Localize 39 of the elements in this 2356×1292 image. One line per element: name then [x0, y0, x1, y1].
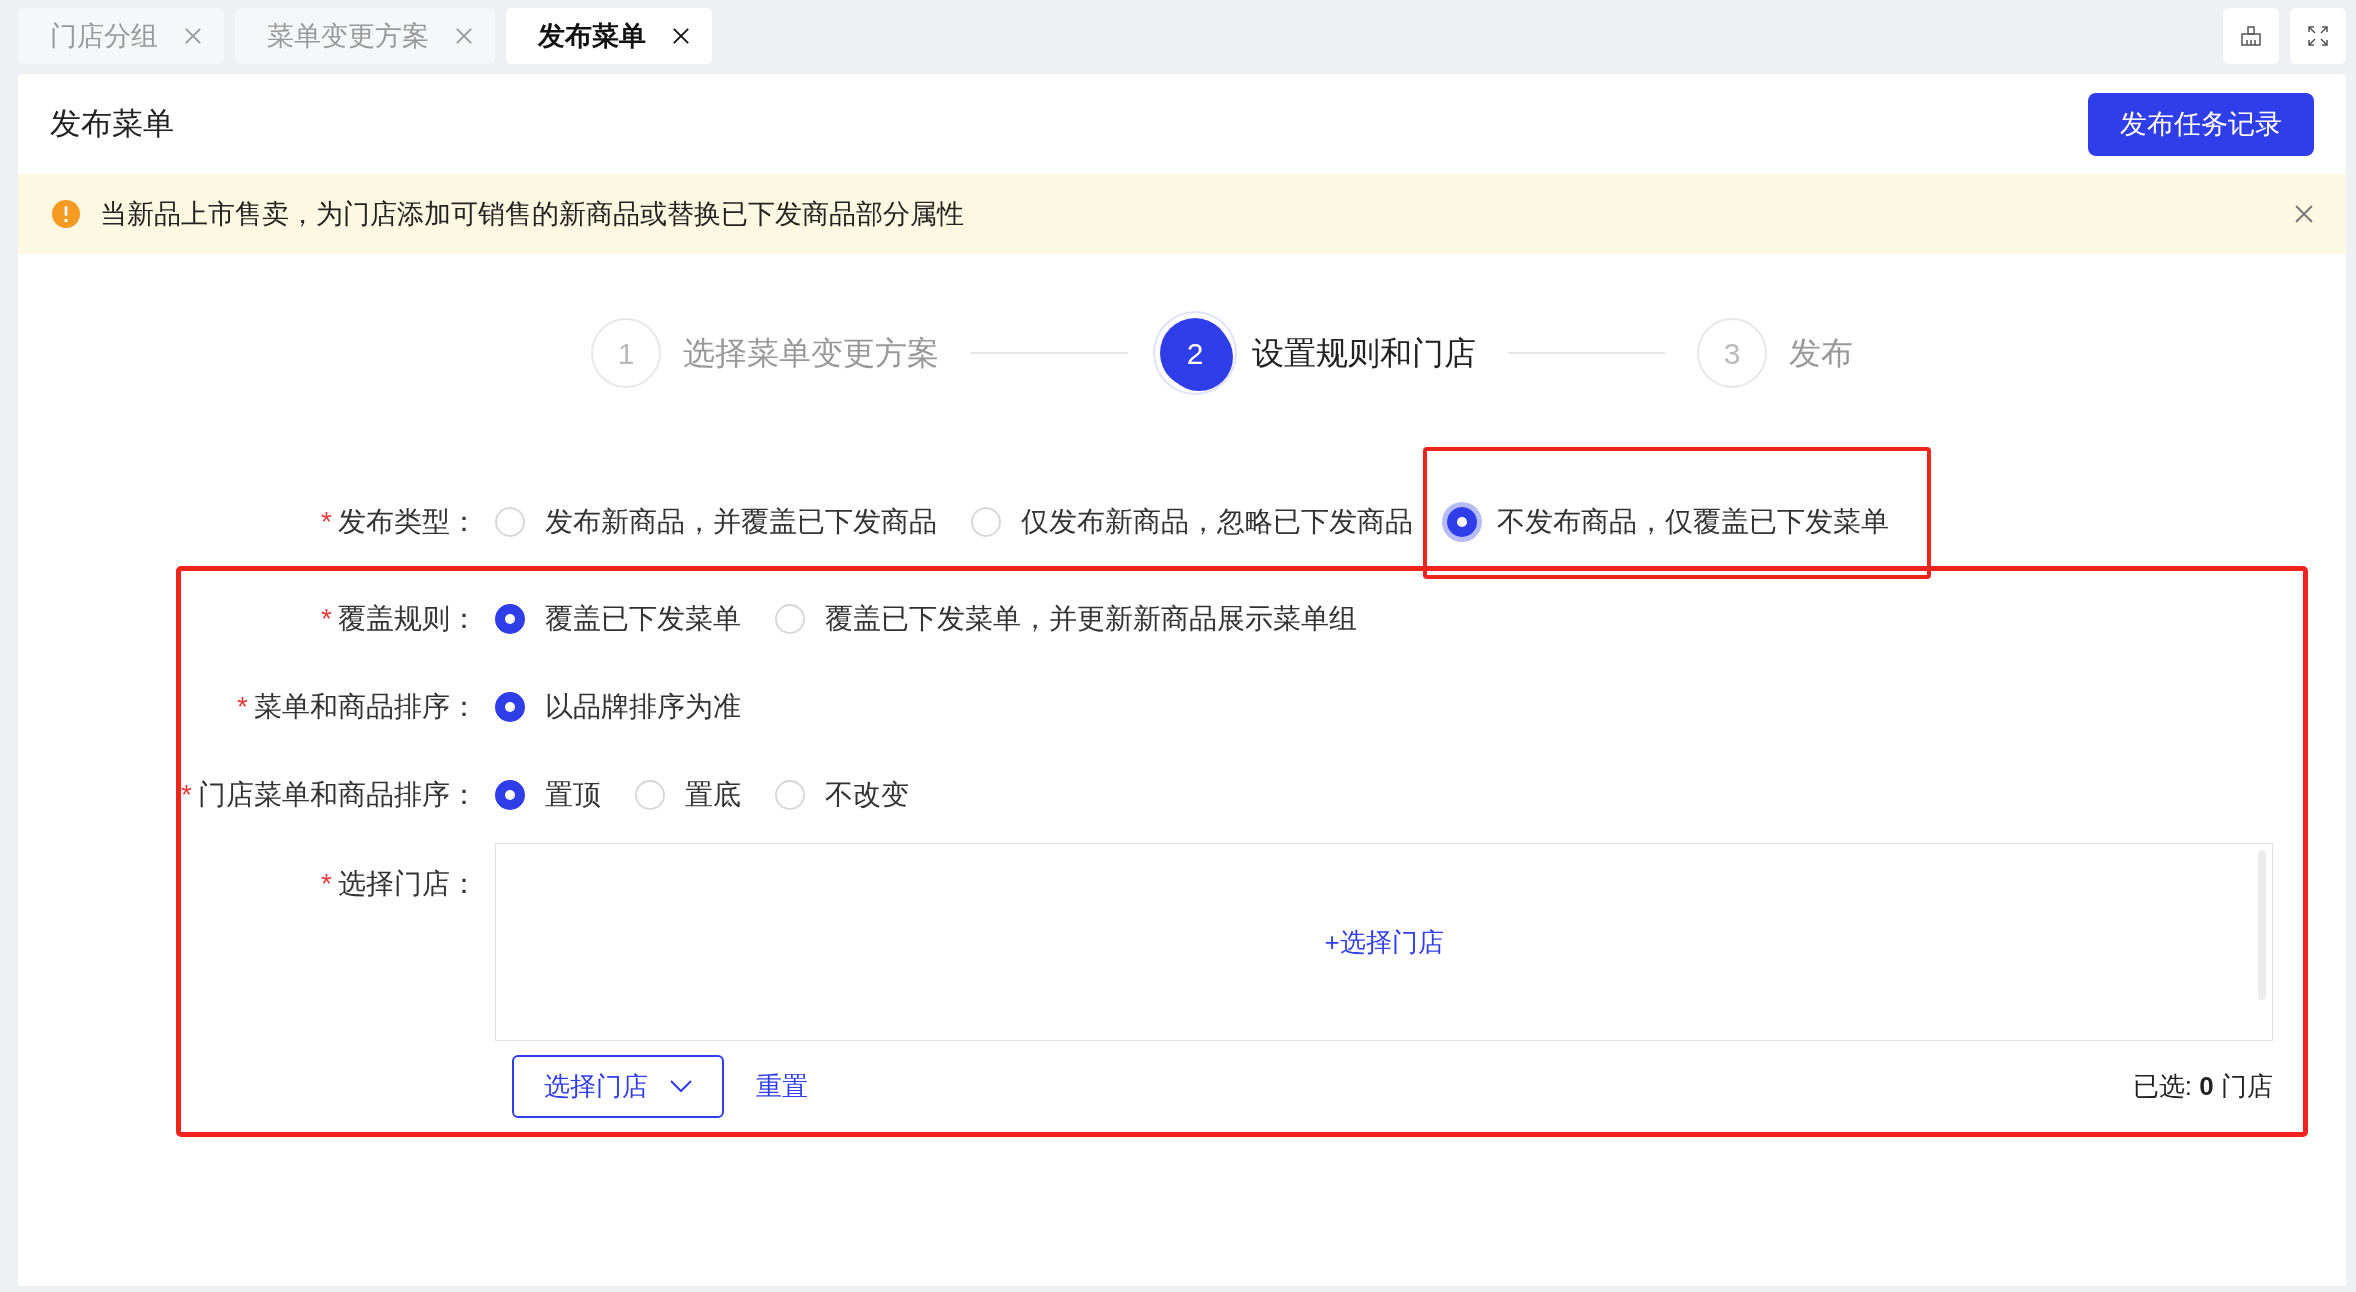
step-label: 发布 [1789, 334, 1853, 373]
option-label: 发布新商品，并覆盖已下发商品 [545, 505, 937, 539]
radio-button[interactable] [495, 604, 525, 634]
field-label: 发布类型： [338, 506, 478, 537]
selected-count: 已选: 0 门店 [2132, 1070, 2273, 1103]
chevron-down-icon [670, 1080, 692, 1093]
step-number: 3 [1697, 318, 1767, 388]
radio-button[interactable] [495, 780, 525, 810]
option-label: 不发布商品，仅覆盖已下发菜单 [1497, 505, 1889, 539]
required-mark: * [321, 506, 332, 537]
option-label: 覆盖已下发菜单，并更新新商品展示菜单组 [825, 602, 1357, 636]
warning-icon [52, 200, 80, 228]
field-label: 选择门店： [338, 868, 478, 899]
option-label: 置顶 [545, 778, 601, 812]
add-store-link[interactable]: +选择门店 [1324, 922, 1444, 962]
alert-message: 当新品上市售卖，为门店添加可销售的新商品或替换已下发商品部分属性 [100, 197, 965, 231]
required-mark: * [237, 691, 248, 722]
required-mark: * [181, 779, 192, 810]
task-record-button[interactable]: 发布任务记录 [2088, 92, 2314, 156]
step-number: 1 [591, 318, 661, 388]
option-label: 置底 [685, 778, 741, 812]
option-label: 以品牌排序为准 [545, 690, 741, 724]
field-label: 门店菜单和商品排序： [198, 779, 478, 810]
page-title: 发布菜单 [50, 104, 174, 143]
field-label: 菜单和商品排序： [254, 691, 478, 722]
step-label: 选择菜单变更方案 [683, 334, 939, 373]
option-label: 不改变 [825, 778, 909, 812]
broom-icon[interactable] [2223, 8, 2279, 64]
reset-link[interactable]: 重置 [756, 1067, 808, 1106]
option-label: 仅发布新商品，忽略已下发商品 [1021, 505, 1413, 539]
radio-button[interactable] [495, 692, 525, 722]
required-mark: * [321, 868, 332, 899]
close-icon[interactable] [672, 27, 690, 45]
fullscreen-icon[interactable] [2290, 8, 2346, 64]
option-label: 覆盖已下发菜单 [545, 602, 741, 636]
step-label: 设置规则和门店 [1252, 334, 1476, 373]
required-mark: * [321, 603, 332, 634]
field-label: 覆盖规则： [338, 603, 478, 634]
select-store-button[interactable]: 选择门店 [512, 1055, 724, 1118]
